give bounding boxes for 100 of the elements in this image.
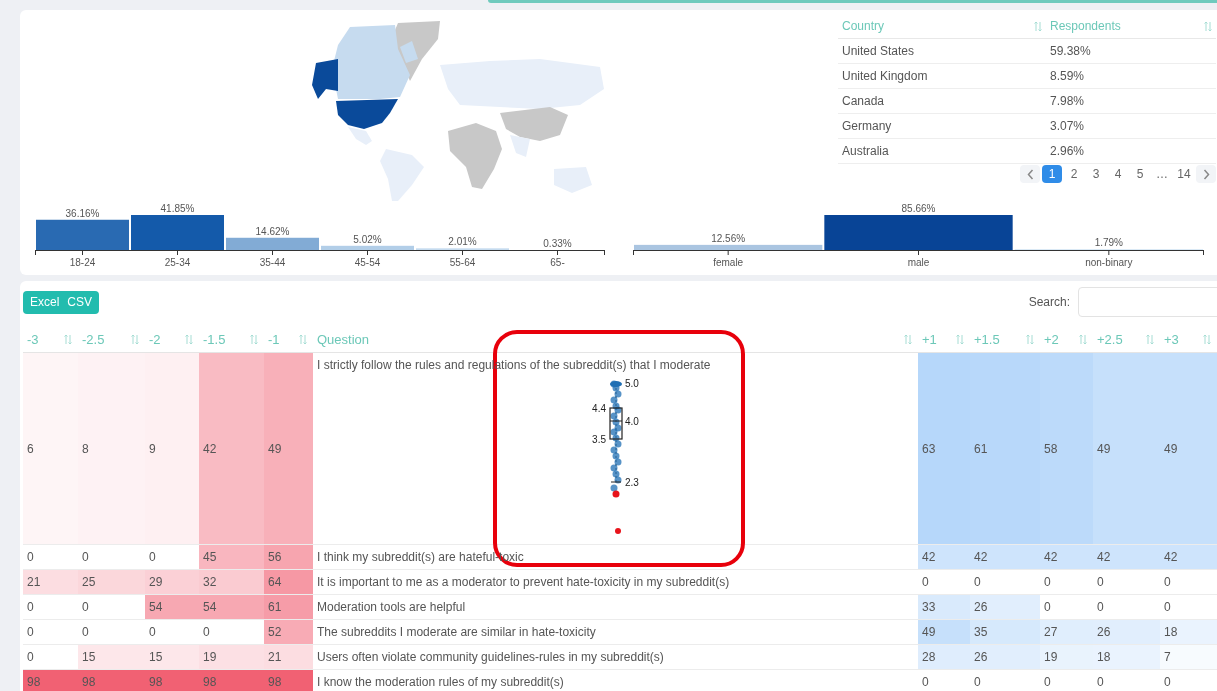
value-label: 2.01% bbox=[448, 236, 477, 248]
page-button[interactable]: 14 bbox=[1174, 165, 1194, 183]
question-text: Users often violate community guidelines-rules in my subreddit(s) bbox=[317, 650, 665, 664]
sort-icon[interactable] bbox=[904, 334, 912, 345]
column-header[interactable]: -2.5 bbox=[82, 332, 105, 347]
sort-icon[interactable] bbox=[1146, 334, 1154, 345]
table-cell: 35 bbox=[970, 619, 1040, 645]
sort-icon[interactable] bbox=[1034, 20, 1042, 32]
table-cell: 98 bbox=[78, 669, 145, 691]
next-page-button[interactable] bbox=[1196, 165, 1216, 183]
table-cell: 0 bbox=[78, 619, 145, 645]
box-plot-label: 5.0 bbox=[624, 378, 639, 389]
table-cell: 0 bbox=[23, 619, 78, 645]
table-cell: 42 bbox=[970, 544, 1040, 570]
table-cell: Canada bbox=[838, 88, 1046, 114]
table-cell: 25 bbox=[78, 569, 145, 595]
page-button[interactable]: 1 bbox=[1042, 165, 1062, 183]
table-cell: 0 bbox=[1093, 569, 1160, 595]
page-button[interactable]: 4 bbox=[1108, 165, 1128, 183]
table-cell: 49 bbox=[264, 352, 313, 545]
table-cell: 26 bbox=[970, 644, 1040, 670]
table-cell: 98 bbox=[145, 669, 199, 691]
table-cell: 2.96% bbox=[1046, 138, 1216, 164]
column-header[interactable]: +2 bbox=[1044, 332, 1059, 347]
table-cell: 42 bbox=[1160, 544, 1217, 570]
page-button[interactable]: 2 bbox=[1064, 165, 1084, 183]
sort-icon[interactable] bbox=[956, 334, 964, 345]
column-header[interactable]: Question bbox=[317, 332, 370, 347]
table-cell: 9 bbox=[145, 352, 199, 545]
sort-icon[interactable] bbox=[1079, 334, 1087, 345]
table-cell: 0 bbox=[1093, 669, 1160, 691]
table-cell: 7 bbox=[1160, 644, 1217, 670]
value-label: 12.56% bbox=[711, 232, 746, 244]
table-cell: 15 bbox=[145, 644, 199, 670]
table-cell: 18 bbox=[1160, 619, 1217, 645]
table-cell: 49 bbox=[918, 619, 970, 645]
question-text: It is important to me as a moderator to prevent hate-toxicity in my subreddit(s) bbox=[317, 575, 731, 589]
table-cell: 3.07% bbox=[1046, 113, 1216, 139]
question-text: I know the moderation rules of my subreddit(s) bbox=[317, 675, 565, 689]
page-button[interactable]: 3 bbox=[1086, 165, 1106, 183]
table-cell: 0 bbox=[1160, 594, 1217, 620]
previous-page-button[interactable] bbox=[1020, 165, 1040, 183]
table-cell: 63 bbox=[918, 352, 970, 545]
table-cell: 0 bbox=[1160, 669, 1217, 691]
question-text: The subreddits I moderate are similar in hate-toxicity bbox=[317, 625, 597, 639]
table-cell: United Kingdom bbox=[838, 63, 1046, 89]
table-cell: 6 bbox=[23, 352, 78, 545]
table-cell: 61 bbox=[970, 352, 1040, 545]
column-header[interactable]: +1.5 bbox=[974, 332, 1000, 347]
value-label: 1.79% bbox=[1094, 237, 1123, 249]
axis-label: female bbox=[713, 257, 744, 268]
axis-label: male bbox=[907, 257, 930, 268]
table-cell: 0 bbox=[918, 669, 970, 691]
table-cell: 8.59% bbox=[1046, 63, 1216, 89]
column-header[interactable]: -1 bbox=[268, 332, 280, 347]
sort-icon[interactable] bbox=[250, 334, 258, 345]
table-cell: 0 bbox=[23, 594, 78, 620]
table-cell: 45 bbox=[199, 544, 264, 570]
box-plot-label: 4.0 bbox=[624, 416, 639, 427]
export-button[interactable]: CSV bbox=[63, 290, 97, 314]
table-cell: 0 bbox=[23, 544, 78, 570]
page-button[interactable]: … bbox=[1152, 165, 1172, 183]
column-header[interactable]: -2 bbox=[149, 332, 161, 347]
value-label: 5.02% bbox=[353, 233, 382, 245]
search-label: Search: bbox=[1028, 295, 1070, 309]
column-header[interactable]: -1.5 bbox=[203, 332, 226, 347]
table-cell: 49 bbox=[1160, 352, 1217, 545]
sort-icon[interactable] bbox=[299, 334, 307, 345]
sort-icon[interactable] bbox=[1204, 20, 1212, 32]
value-label: 14.62% bbox=[255, 225, 290, 237]
value-label: 41.85% bbox=[160, 203, 195, 214]
sort-icon[interactable] bbox=[1203, 334, 1211, 345]
column-header[interactable]: +3 bbox=[1164, 332, 1179, 347]
table-cell: 49 bbox=[1093, 352, 1160, 545]
column-header[interactable]: Country bbox=[842, 18, 885, 33]
table-cell: 0 bbox=[970, 669, 1040, 691]
column-header[interactable]: +2.5 bbox=[1097, 332, 1123, 347]
axis-label: non-binary bbox=[1085, 257, 1133, 268]
table-cell: 15 bbox=[78, 644, 145, 670]
column-header[interactable]: Respondents bbox=[1050, 18, 1121, 33]
axis-label: 35-44 bbox=[259, 257, 286, 268]
box-plot-label: 2.3 bbox=[624, 477, 639, 488]
table-cell: 42 bbox=[1093, 544, 1160, 570]
table-cell: 98 bbox=[199, 669, 264, 691]
column-header[interactable]: -3 bbox=[27, 332, 39, 347]
table-cell: 18 bbox=[1093, 644, 1160, 670]
axis-label: 55-64 bbox=[449, 257, 476, 268]
axis-label: 18-24 bbox=[69, 257, 96, 268]
column-header[interactable]: +1 bbox=[922, 332, 937, 347]
export-button[interactable]: Excel bbox=[26, 290, 64, 314]
table-cell: 0 bbox=[78, 544, 145, 570]
page-button[interactable]: 5 bbox=[1130, 165, 1150, 183]
table-cell: 42 bbox=[918, 544, 970, 570]
sort-icon[interactable] bbox=[185, 334, 193, 345]
sort-icon[interactable] bbox=[1026, 334, 1034, 345]
sort-icon[interactable] bbox=[64, 334, 72, 345]
search-field[interactable] bbox=[1078, 287, 1217, 317]
table-cell: 56 bbox=[264, 544, 313, 570]
sort-icon[interactable] bbox=[131, 334, 139, 345]
table-cell: 28 bbox=[918, 644, 970, 670]
